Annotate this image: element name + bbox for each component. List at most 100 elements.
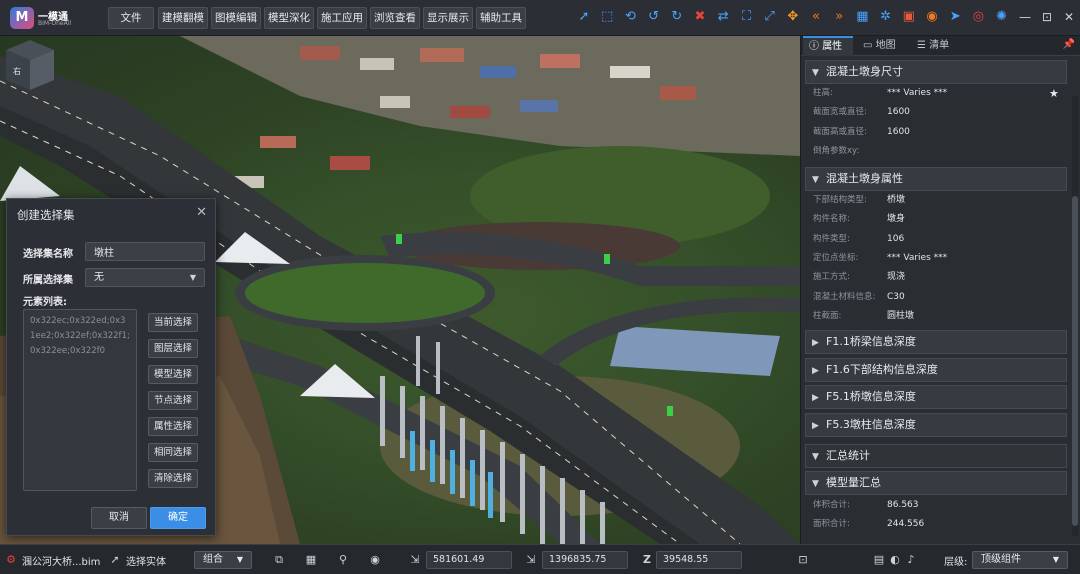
pointer-icon[interactable]: ➤ [947, 9, 963, 25]
menu-model-edit[interactable]: 图模编辑 [211, 7, 261, 29]
next-view-icon[interactable]: » [831, 9, 847, 25]
layer-select[interactable]: 顶级组件 ▼ [972, 551, 1068, 569]
chevron-right-icon: ▶ [812, 393, 819, 403]
cursor-icon: ➚ [110, 553, 120, 566]
property-key: 下部结构类型: [813, 195, 867, 205]
map-icon: ▭ [863, 40, 873, 51]
chevron-right-icon: ▶ [812, 420, 819, 431]
chevron-down-icon: ▼ [812, 479, 819, 489]
dialog-close-icon[interactable]: ✕ [196, 205, 207, 220]
property-value: 墩身 [887, 214, 906, 225]
star-icon[interactable]: ★ [1049, 87, 1059, 100]
section-model-quantities[interactable]: ▼ 模型量汇总 [805, 471, 1067, 495]
parent-set-label: 所属选择集 [23, 275, 73, 286]
property-key: 构件类型: [813, 233, 850, 244]
scrollbar-thumb[interactable] [1072, 196, 1078, 526]
section-title: F5.3墩柱信息深度 [826, 417, 916, 431]
property-value: 1600 [887, 107, 910, 118]
menu-model-deepen[interactable]: 模型深化 [264, 7, 314, 29]
section-box-icon[interactable]: ▣ [901, 9, 917, 25]
section-summary[interactable]: ▼ 汇总统计 [805, 444, 1067, 468]
create-selection-set-dialog: 创建选择集 ✕ 选择集名称 所属选择集 无 ▼ 元素列表: 0x322ec;0x… [6, 198, 216, 536]
app-window: M 一模通 BIM-OneAll 文件 建模翻模 图模编辑 模型深化 施工应用 … [0, 0, 1080, 574]
set-name-input[interactable] [85, 242, 205, 261]
close-icon[interactable]: ✕ [1062, 10, 1076, 24]
tab-map[interactable]: ▭ 地图 [857, 36, 907, 56]
menu-tools[interactable]: 辅助工具 [476, 7, 526, 29]
target-icon[interactable]: ◎ [970, 9, 986, 25]
sync-icon[interactable]: ⟲ [622, 9, 638, 25]
maximize-icon[interactable]: ⊡ [1040, 10, 1054, 24]
properties-panel: ⓘ 属性 ▭ 地图 ☰ 清单 📌 ▼ 混凝土墩身尺寸 柱高: *** Varies … [800, 36, 1080, 544]
delete-icon[interactable]: ✖ [692, 9, 708, 25]
section-pier-properties[interactable]: ▼ 混凝土墩身属性 [805, 167, 1067, 191]
chevron-down-icon: ▼ [812, 175, 819, 185]
explode-icon[interactable]: ✲ [878, 9, 894, 25]
property-value: 106 [887, 233, 905, 244]
camera-icon[interactable]: ◉ [924, 9, 940, 25]
move-icon[interactable]: ✥ [785, 9, 801, 25]
menu-construction[interactable]: 施工应用 [317, 7, 367, 29]
x-axis-icon: ⇲ [410, 553, 420, 566]
tab-list-label: 清单 [929, 40, 950, 51]
current-selection-button[interactable]: 当前选择 [148, 313, 198, 332]
grid-view-icon[interactable]: ▦ [854, 9, 870, 25]
tray-icon-3: ♪ [907, 553, 915, 566]
file-icon: ⚙ [6, 553, 16, 566]
ok-button[interactable]: 确定 [150, 507, 206, 529]
element-list[interactable]: 0x322ec;0x322ed;0x31ee2;0x322ef;0x322f1;… [23, 309, 137, 491]
tab-map-label: 地图 [875, 40, 896, 51]
layer-label: 层级: [944, 557, 968, 568]
dialog-title: 创建选择集 [17, 208, 75, 222]
menu-browse[interactable]: 浏览查看 [370, 7, 420, 29]
user-icon[interactable]: ⚲ [336, 553, 350, 567]
box-select-icon[interactable]: ⬚ [599, 9, 615, 25]
collapsed-section[interactable]: ▶ F5.1桥墩信息深度 [805, 385, 1067, 409]
navigation-cube[interactable]: 右 [0, 36, 58, 94]
section-title: 混凝土墩身尺寸 [826, 65, 903, 78]
menu-display[interactable]: 显示展示 [423, 7, 473, 29]
clear-selection-button[interactable]: 清除选择 [148, 469, 198, 488]
select-cursor-icon[interactable]: ➚ [576, 9, 592, 25]
property-value: 桥墩 [887, 195, 906, 205]
menu-file[interactable]: 文件 [108, 7, 154, 29]
property-key: 定位点坐标: [813, 252, 859, 263]
pin-icon[interactable]: 📌 [1063, 39, 1075, 50]
navcube-face-label: 右 [13, 66, 21, 76]
snap-icon[interactable]: ⊡ [796, 553, 810, 567]
combo-select[interactable]: 组合 ▼ [194, 551, 252, 569]
node-selection-button[interactable]: 节点选择 [148, 391, 198, 410]
minimize-icon[interactable]: — [1018, 10, 1032, 24]
parent-set-select[interactable]: 无 ▼ [85, 268, 205, 287]
app-logo: M 一模通 BIM-OneAll [8, 5, 74, 31]
tab-properties[interactable]: ⓘ 属性 [803, 36, 853, 56]
redo-icon[interactable]: ↻ [669, 9, 685, 25]
zoom-extents-icon[interactable]: ⤢ [762, 9, 778, 25]
property-selection-button[interactable]: 属性选择 [148, 417, 198, 436]
prev-view-icon[interactable]: « [808, 9, 824, 25]
model-selection-button[interactable]: 模型选择 [148, 365, 198, 384]
layer-selection-button[interactable]: 图层选择 [148, 339, 198, 358]
chevron-down-icon: ▼ [236, 555, 243, 564]
grid-icon[interactable]: ▦ [304, 553, 318, 567]
section-title: 汇总统计 [826, 449, 870, 462]
collapsed-section[interactable]: ▶ F1.1桥梁信息深度 [805, 330, 1067, 354]
panel-scrollbar[interactable] [1072, 96, 1078, 536]
transform-icon[interactable]: ⇄ [715, 9, 731, 25]
layers-icon[interactable]: ⧉ [272, 553, 286, 567]
same-selection-button[interactable]: 相同选择 [148, 443, 198, 462]
property-key: 倒角参数xy: [813, 145, 860, 156]
eye-icon[interactable]: ◉ [368, 553, 382, 567]
collapsed-section[interactable]: ▶ F5.3墩柱信息深度 [805, 412, 1067, 437]
tab-list[interactable]: ☰ 清单 [911, 36, 961, 56]
zoom-fit-icon[interactable]: ⛶ [738, 9, 754, 25]
cancel-button[interactable]: 取消 [91, 507, 147, 529]
menu-modeling[interactable]: 建模翻模 [158, 7, 208, 29]
property-value: 现浇 [887, 272, 906, 283]
undo-icon[interactable]: ↺ [646, 9, 662, 25]
settings-icon[interactable]: ✺ [994, 9, 1010, 25]
selection-mode[interactable]: 选择实体 [126, 553, 166, 568]
section-pier-dimensions[interactable]: ▼ 混凝土墩身尺寸 [805, 60, 1067, 84]
chevron-right-icon: ▶ [812, 365, 819, 376]
collapsed-section[interactable]: ▶ F1.6下部结构信息深度 [805, 357, 1067, 382]
